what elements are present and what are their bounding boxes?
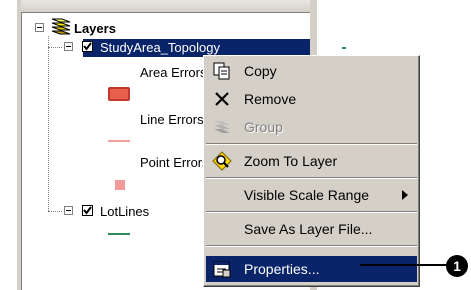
menu-item-remove[interactable]: Remove [206,86,417,112]
checkmark-icon [83,42,92,51]
menu-item-properties[interactable]: Properties... [206,256,417,282]
menu-separator [206,245,417,247]
menu-item-visible-scale-range[interactable]: Visible Scale Range [206,182,417,208]
group-icon [214,121,230,133]
menu-item-save-as-layer-file[interactable]: Save As Layer File... [206,216,417,242]
layer-context-menu: Copy Remove Group Zoom To Layer Visible … [203,55,420,287]
properties-icon [213,261,231,278]
tree-connector [48,36,49,211]
legend-label-line-errors: Line Errors [140,112,204,127]
copy-label: Copy [244,63,277,79]
save-as-layer-file-label: Save As Layer File... [244,221,373,237]
remove-x-icon [215,92,229,106]
menu-item-zoom-to-layer[interactable]: Zoom To Layer [206,148,417,174]
step-callout-badge: 1 [446,255,468,277]
tree-connector [48,47,62,48]
map-feature-mark [342,47,346,49]
menu-separator [206,177,417,179]
layers-root-label[interactable]: Layers [74,21,116,36]
lotlines-visibility-checkbox[interactable] [82,205,93,216]
studyarea-visibility-checkbox[interactable] [82,41,93,52]
legend-label-area-errors: Area Errors [140,65,207,80]
menu-separator [206,143,417,145]
layer-name-lotlines[interactable]: LotLines [100,204,149,219]
menu-separator [206,211,417,213]
menu-item-copy[interactable]: Copy [206,58,417,84]
lotlines-symbol [108,233,130,235]
checkmark-icon [83,206,92,215]
collapse-studyarea-toggle[interactable] [64,42,73,51]
zoom-to-layer-icon [212,151,232,171]
zoom-to-layer-label: Zoom To Layer [244,153,338,169]
menu-item-group: Group [206,114,417,140]
copy-icon [213,62,230,80]
submenu-arrow-icon [402,190,408,200]
collapse-lotlines-toggle[interactable] [64,206,73,215]
area-errors-symbol [108,87,130,101]
properties-label: Properties... [244,261,320,277]
point-errors-symbol [115,180,125,190]
legend-label-point-errors: Point Errors [140,155,209,170]
callout-leader-line [360,264,452,266]
line-errors-symbol [108,140,130,142]
layers-stack-icon [51,18,71,35]
layer-name-studyarea-topology[interactable]: StudyArea_Topology [100,40,220,55]
group-label: Group [244,119,283,135]
visible-scale-range-label: Visible Scale Range [244,187,370,203]
remove-label: Remove [244,91,297,107]
tree-connector [48,211,62,212]
panel-top-border [17,0,317,12]
collapse-layers-toggle[interactable] [35,23,44,32]
